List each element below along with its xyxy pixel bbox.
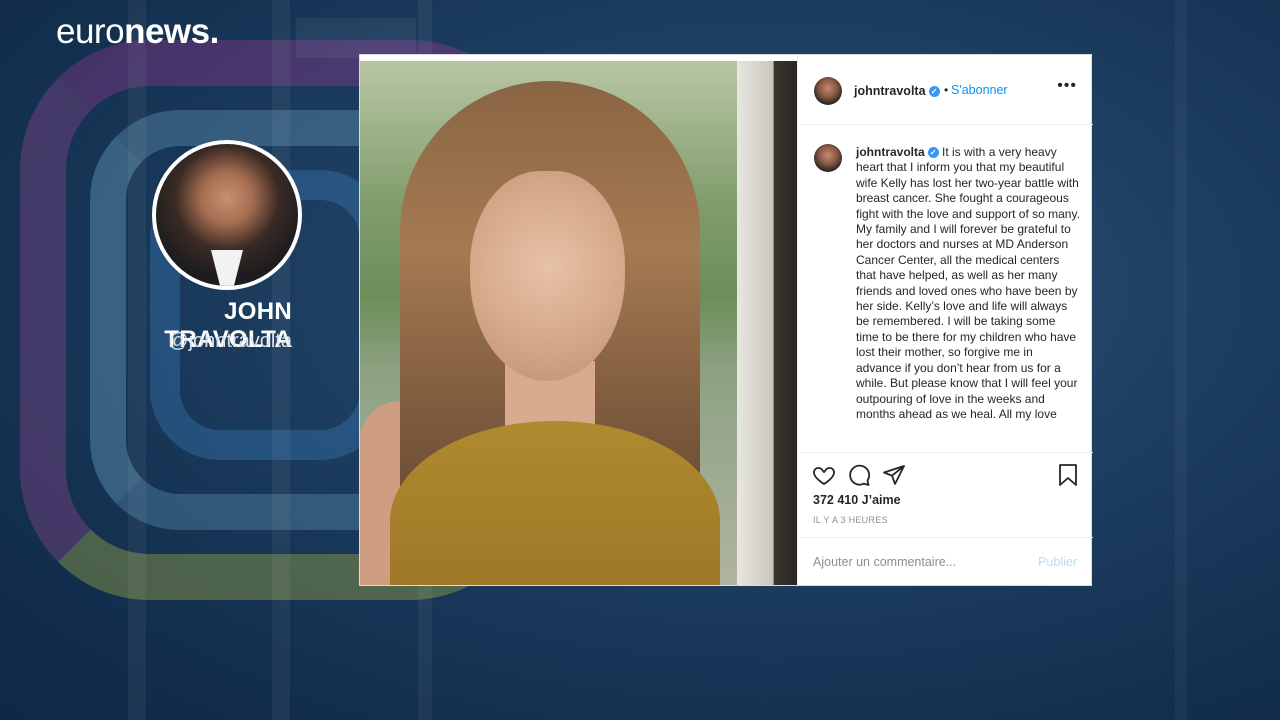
verified-icon: ✓: [927, 147, 939, 159]
caption-username[interactable]: johntravolta ✓: [856, 145, 939, 159]
post-timestamp[interactable]: IL Y A 3 HEURES: [813, 515, 888, 525]
background-bar: [1175, 0, 1187, 720]
logo-text-light: euro: [56, 12, 125, 51]
bookmark-icon[interactable]: [1057, 463, 1079, 487]
likes-count[interactable]: 372 410 J’aime: [813, 493, 901, 507]
publish-button[interactable]: Publier: [1038, 555, 1077, 569]
comment-icon[interactable]: [847, 463, 871, 487]
background-square: [296, 18, 416, 58]
post-author-username[interactable]: johntravolta ✓: [854, 84, 940, 98]
comment-input[interactable]: Ajouter un commentaire...: [813, 555, 956, 569]
euronews-logo: euronews.: [56, 12, 219, 52]
follow-button[interactable]: S'abonner: [951, 83, 1008, 97]
post-actions: 372 410 J’aime IL Y A 3 HEURES Ajouter u…: [798, 452, 1093, 587]
separator-dot: •: [944, 83, 949, 97]
logo-text-bold: news: [124, 12, 210, 51]
caption-author-avatar[interactable]: [814, 144, 842, 172]
post-sidebar: johntravolta ✓ • S'abonner ••• johntravol…: [797, 55, 1093, 587]
profile-avatar: [152, 140, 302, 290]
background-bar: [128, 0, 146, 720]
caption-username-text[interactable]: johntravolta: [856, 145, 925, 159]
logo-dot: .: [209, 12, 220, 51]
share-icon[interactable]: [882, 463, 906, 487]
instagram-post-card: johntravolta ✓ • S'abonner ••• johntravol…: [359, 54, 1093, 587]
post-author-avatar[interactable]: [814, 77, 842, 105]
background-bar: [272, 0, 290, 720]
username-text[interactable]: johntravolta: [854, 84, 926, 98]
more-options-icon[interactable]: •••: [1057, 77, 1077, 95]
comment-row: Ajouter un commentaire... Publier: [798, 537, 1093, 587]
post-header: johntravolta ✓ • S'abonner •••: [798, 55, 1093, 125]
caption-text: It is with a very heavy heart that I inf…: [856, 145, 1080, 421]
verified-icon: ✓: [928, 86, 940, 98]
post-photo[interactable]: [360, 61, 797, 585]
heart-icon[interactable]: [812, 463, 836, 487]
post-caption: johntravolta ✓ It is with a very heavy he…: [856, 145, 1081, 422]
caption-area[interactable]: johntravolta ✓ It is with a very heavy he…: [798, 126, 1093, 451]
profile-handle: @johntravolta: [168, 330, 292, 352]
